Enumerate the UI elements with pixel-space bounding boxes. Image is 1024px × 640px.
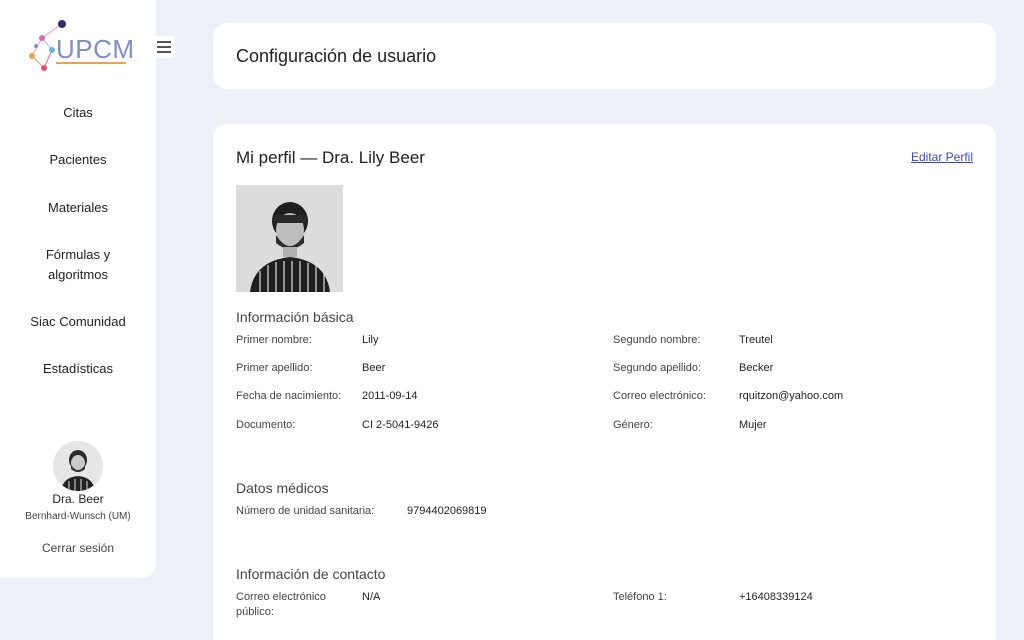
profile-card: Mi perfil — Dra. Lily Beer Editar Perfil… — [213, 124, 996, 640]
last-name-label: Primer apellido: — [236, 362, 313, 374]
phone1-value: +16408339124 — [739, 591, 813, 603]
gender-value: Mujer — [739, 419, 767, 431]
gender-label: Género: — [613, 419, 653, 431]
phone1-label: Teléfono 1: — [613, 591, 667, 603]
second-last-name-label: Segundo apellido: — [613, 362, 702, 374]
section-title-medical: Datos médicos — [236, 480, 329, 496]
first-name-label: Primer nombre: — [236, 334, 312, 346]
health-unit-label: Número de unidad sanitaria: — [236, 505, 375, 517]
sidebar-item-siac-comunidad[interactable]: Siac Comunidad — [0, 312, 156, 332]
public-email-label: Correo electrónico público: — [236, 591, 326, 618]
sidebar-item-pacientes[interactable]: Pacientes — [0, 150, 156, 170]
page-header-card: Configuración de usuario — [213, 23, 996, 89]
user-name: Dra. Beer — [52, 492, 104, 506]
edit-profile-link[interactable]: Editar Perfil — [911, 150, 973, 164]
last-name-value: Beer — [362, 362, 386, 374]
section-title-contact: Información de contacto — [236, 566, 386, 582]
email-value: rquitzon@yahoo.com — [739, 390, 844, 402]
logo-text: UPCM — [56, 34, 135, 64]
middle-name-value: Treutel — [739, 334, 773, 346]
app-logo[interactable]: UPCM — [22, 18, 135, 78]
hamburger-menu-icon[interactable] — [153, 36, 175, 58]
sidebar-item-citas[interactable]: Citas — [0, 103, 156, 123]
middle-name-label: Segundo nombre: — [613, 334, 701, 346]
logo-underline — [56, 62, 126, 64]
avatar[interactable] — [53, 441, 103, 491]
document-value: CI 2-5041-9426 — [362, 419, 439, 431]
document-label: Documento: — [236, 419, 296, 431]
user-avatar-icon — [53, 441, 103, 491]
email-label: Correo electrónico: — [613, 390, 706, 402]
profile-photo-image — [236, 185, 343, 292]
second-last-name-value: Becker — [739, 362, 774, 374]
sidebar-item-estadisticas[interactable]: Estadísticas — [0, 359, 156, 379]
sidebar-item-formulas[interactable]: Fórmulas y algoritmos — [43, 245, 113, 285]
public-email-value: N/A — [362, 591, 381, 603]
sidebar-item-materiales[interactable]: Materiales — [0, 198, 156, 218]
dob-label: Fecha de nacimiento: — [236, 390, 342, 402]
page-title: Configuración de usuario — [236, 46, 437, 66]
section-title-basic: Información básica — [236, 309, 354, 325]
dob-value: 2011-09-14 — [362, 390, 418, 402]
sidebar: UPCM Citas Pacientes Materiales Fórmulas… — [0, 0, 156, 578]
first-name-value: Lily — [362, 334, 379, 346]
health-unit-value: 9794402069819 — [407, 505, 487, 517]
logout-link[interactable]: Cerrar sesión — [0, 541, 156, 555]
profile-title: Mi perfil — Dra. Lily Beer — [236, 148, 425, 167]
user-organization: Bernhard-Wunsch (UM) — [25, 511, 131, 522]
profile-photo — [236, 185, 343, 292]
